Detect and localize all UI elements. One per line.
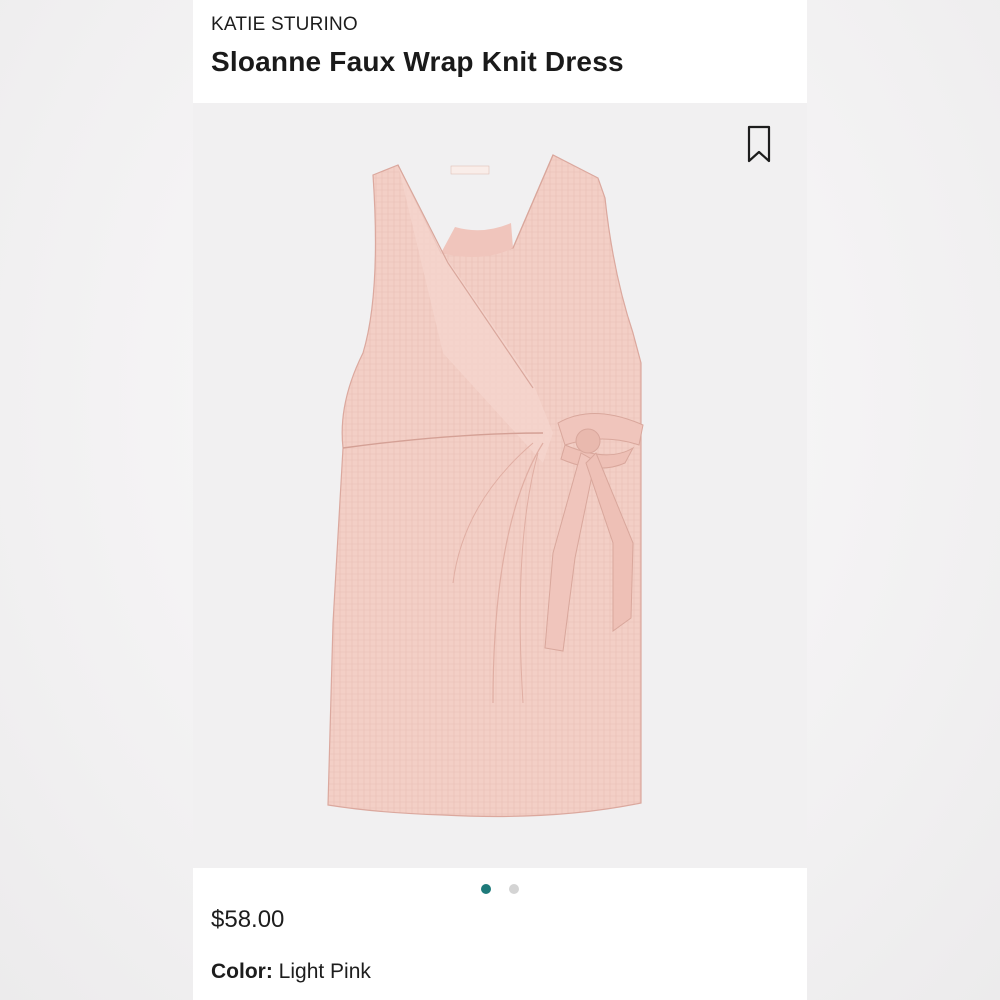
- carousel-dot-2[interactable]: [509, 883, 520, 894]
- dress-image: [327, 154, 644, 818]
- product-title: Sloanne Faux Wrap Knit Dress: [211, 46, 624, 77]
- color-value: Light Pink: [278, 960, 371, 983]
- brand-name: KATIE STURINO: [211, 14, 358, 35]
- product-color: Color: Light Pink: [211, 960, 371, 984]
- product-card: KATIE STURINO Sloanne Faux Wrap Knit Dre…: [193, 0, 807, 1000]
- bookmark-icon[interactable]: [746, 125, 772, 165]
- product-image[interactable]: [193, 103, 807, 868]
- carousel-dot-1[interactable]: [480, 883, 491, 894]
- product-price: $58.00: [211, 906, 285, 933]
- carousel-dots: [193, 880, 807, 894]
- color-label: Color:: [211, 960, 273, 983]
